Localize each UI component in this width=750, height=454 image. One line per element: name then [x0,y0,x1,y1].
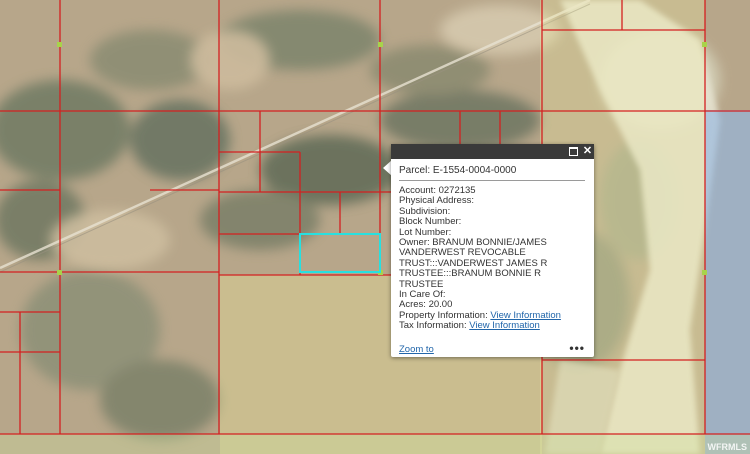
care-label: In Care Of: [399,289,446,301]
map-canvas[interactable] [0,0,750,454]
more-options-icon[interactable]: ••• [569,341,585,355]
aerial-imagery [0,0,750,454]
property-info-link[interactable]: View Information [490,310,561,321]
zoom-to-link[interactable]: Zoom to [399,344,434,355]
field-tax-info: Tax Information: View Information [399,321,587,331]
tax-info-link[interactable]: View Information [469,320,540,331]
popup-body: Account: 0272135 Physical Address: Subdi… [399,185,587,332]
maximize-icon[interactable] [567,145,580,158]
field-label: Lot Number: [399,226,452,238]
parcel-id: E-1554-0004-0000 [432,165,517,176]
popup-footer: Zoom to ••• [399,341,585,355]
acres-value: 20.00 [428,299,453,311]
field-label: Subdivision: [399,205,451,217]
popup-title: Parcel: E-1554-0004-0000 [399,165,516,176]
popup-divider [399,180,585,181]
field-value: 0272135 [438,185,476,196]
field-owner: Owner: BRANUM BONNIE/JAMES VANDERWEST RE… [399,237,587,290]
popup-header: ✕ [391,144,594,159]
field-label: Account: [399,185,436,196]
popup-title-prefix: Parcel: [399,165,431,176]
parcel-popup: ✕ Parcel: E-1554-0004-0000 Account: 0272… [391,144,594,357]
property-label: Property Information: [399,309,488,321]
tax-label: Tax Information: [399,320,467,332]
owner-label: Owner: [399,237,430,249]
field-label: Block Number: [399,216,462,228]
field-label: Physical Address: [399,195,474,207]
watermark: WFRMLS [707,442,748,452]
acres-label: Acres: [399,299,426,311]
close-icon[interactable]: ✕ [581,145,594,158]
